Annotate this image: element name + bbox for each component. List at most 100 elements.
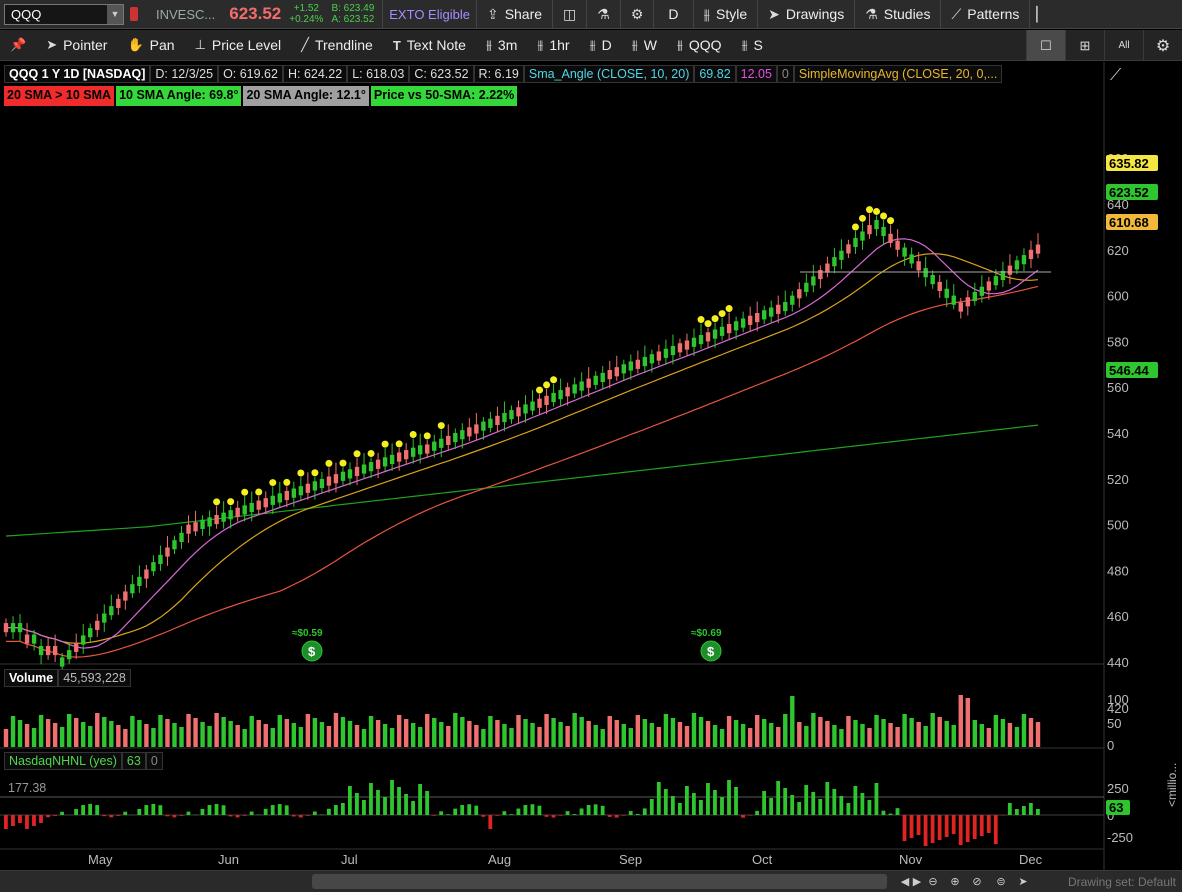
nhnl-bar bbox=[825, 782, 830, 815]
nhnl-bar bbox=[881, 810, 886, 815]
volume-bar bbox=[628, 728, 634, 747]
volume-tick-label: 50 bbox=[1107, 716, 1121, 731]
grid-layout-button[interactable]: ⊞ bbox=[1065, 30, 1104, 61]
nhnl-bar bbox=[614, 815, 619, 818]
nhnl-bar bbox=[958, 815, 963, 845]
volume-bar bbox=[45, 719, 51, 747]
nhnl-bar bbox=[179, 815, 184, 816]
price-tick-label: 520 bbox=[1107, 472, 1129, 487]
nhnl-label[interactable]: NasdaqNHNL (yes) bbox=[4, 752, 122, 770]
text-note-tool[interactable]: T Text Note bbox=[383, 30, 476, 61]
symbol-link-qqq[interactable]: ⫵ QQQ bbox=[667, 30, 732, 61]
price-level-tool[interactable]: ⊥ Price Level bbox=[185, 30, 292, 61]
candle-body bbox=[923, 268, 928, 278]
pin-button[interactable]: 📌 bbox=[0, 30, 36, 61]
nhnl-bar bbox=[811, 792, 816, 815]
candle-body bbox=[860, 231, 865, 241]
candle-body bbox=[656, 351, 662, 361]
alert-flag-icon[interactable] bbox=[130, 7, 138, 21]
candle-body bbox=[403, 450, 409, 460]
exto-eligible-label[interactable]: EXTO Eligible bbox=[383, 7, 476, 22]
candle-body bbox=[151, 562, 156, 572]
volume-bar bbox=[621, 724, 626, 747]
volume-bar bbox=[38, 715, 44, 747]
snapshot-button[interactable]: ◫ bbox=[552, 0, 586, 29]
candle-body bbox=[74, 642, 79, 652]
volume-bar bbox=[818, 717, 823, 747]
patterns-button[interactable]: ⟋ Patterns bbox=[940, 0, 1029, 29]
zoom-in-icon[interactable]: ⊕ bbox=[946, 873, 964, 891]
nhnl-bar bbox=[818, 799, 823, 815]
candle-body bbox=[277, 493, 282, 503]
nhnl-bar bbox=[797, 802, 802, 815]
period-button[interactable]: D bbox=[653, 0, 692, 29]
candle-body bbox=[558, 390, 563, 400]
candle-body bbox=[740, 318, 746, 328]
volume-bar bbox=[200, 722, 205, 747]
signal-dot bbox=[269, 479, 277, 487]
candle-body bbox=[614, 367, 619, 377]
drawing-cursor-icon[interactable]: ➤ bbox=[1014, 873, 1032, 891]
timeframe-w[interactable]: ⫵ W bbox=[622, 30, 667, 61]
zoom-reset-icon[interactable]: ⊜ bbox=[992, 873, 1010, 891]
volume-bar bbox=[614, 720, 619, 747]
more-button[interactable]: ▏ bbox=[1029, 0, 1053, 29]
volume-bar bbox=[66, 714, 72, 747]
candle-body bbox=[663, 348, 669, 358]
style-label: Style bbox=[715, 6, 748, 22]
style-button[interactable]: ⫵ Style bbox=[692, 0, 758, 29]
volume-bar bbox=[193, 718, 198, 747]
studies-button[interactable]: ⚗ Studies bbox=[854, 0, 940, 29]
symbol-input[interactable]: QQQ ▼ bbox=[4, 3, 124, 25]
volume-bar bbox=[523, 719, 528, 747]
candle-body bbox=[783, 302, 788, 312]
price-chart[interactable]: 660640620600580560540520500480460440420⟋… bbox=[0, 62, 1182, 870]
flask-button[interactable]: ⚗ bbox=[586, 0, 620, 29]
share-label: Share bbox=[504, 6, 543, 22]
volume-bar bbox=[979, 724, 985, 747]
volume-bar bbox=[754, 715, 760, 747]
all-button[interactable]: All bbox=[1104, 30, 1143, 61]
candle-body bbox=[544, 395, 549, 405]
timeframe-1hr[interactable]: ⫵ 1hr bbox=[527, 30, 579, 61]
pan-tool[interactable]: ✋ Pan bbox=[117, 30, 184, 61]
pointer-tool[interactable]: ➤ Pointer bbox=[36, 30, 117, 61]
nhnl-bar bbox=[18, 815, 22, 823]
nhnl-bar bbox=[390, 780, 394, 815]
nhnl-bar bbox=[263, 808, 268, 815]
volume-bar bbox=[130, 716, 135, 747]
chevron-down-icon[interactable]: ▼ bbox=[107, 4, 123, 24]
volume-bar bbox=[832, 725, 837, 747]
volume-bar bbox=[509, 728, 514, 747]
volume-bar bbox=[354, 725, 360, 747]
timeframe-d[interactable]: ⫵ D bbox=[580, 30, 622, 61]
nhnl-bar bbox=[284, 805, 289, 815]
nhnl-bar bbox=[642, 808, 647, 815]
month-label: Dec bbox=[1019, 852, 1043, 867]
horizontal-scrollbar[interactable]: ◀ ▶ ⊖ ⊕ ⊘ ⊜ ➤ Drawing set: Default bbox=[0, 870, 1182, 892]
nhnl-bar bbox=[509, 814, 514, 815]
candle-body bbox=[66, 650, 72, 660]
volume-bar bbox=[235, 725, 240, 747]
scroll-thumb[interactable] bbox=[312, 874, 887, 889]
settings-button[interactable]: ⚙ bbox=[619, 0, 654, 29]
trendline-tool[interactable]: ╱ Trendline bbox=[291, 30, 383, 61]
month-label: Jul bbox=[341, 852, 358, 867]
volume-bar bbox=[600, 729, 605, 747]
price-tick-label: 600 bbox=[1107, 289, 1129, 304]
drawings-button[interactable]: ➤ Drawings bbox=[757, 0, 854, 29]
candle-body bbox=[495, 415, 500, 425]
share-button[interactable]: ⇪ Share bbox=[475, 0, 552, 29]
volume-bar bbox=[439, 722, 444, 747]
nhnl-bar bbox=[137, 808, 142, 815]
candle-body bbox=[818, 269, 823, 280]
volume-label[interactable]: Volume bbox=[4, 669, 59, 687]
zoom-fit-icon[interactable]: ⊘ bbox=[968, 873, 986, 891]
nhnl-bar bbox=[762, 791, 767, 815]
chart-settings-button[interactable]: ⚙ bbox=[1143, 30, 1182, 61]
timeframe-3m[interactable]: ⫵ 3m bbox=[476, 30, 527, 61]
symbol-link-s[interactable]: ⫵ S bbox=[732, 30, 773, 61]
single-layout-button[interactable]: ☐ bbox=[1026, 30, 1065, 61]
zoom-out-icon[interactable]: ⊖ bbox=[924, 873, 942, 891]
volume-bar bbox=[733, 720, 739, 747]
